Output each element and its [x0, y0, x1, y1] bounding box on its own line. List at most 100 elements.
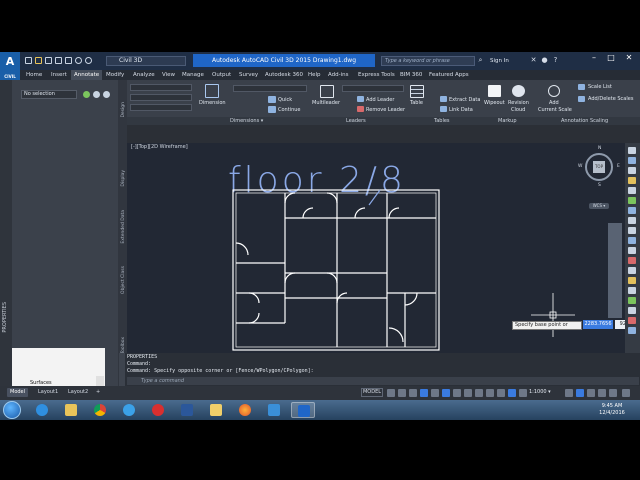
tab-featured-apps[interactable]: Featured Apps	[429, 70, 469, 80]
tab-object-class[interactable]: Object Class	[121, 266, 126, 294]
remove-leader-button[interactable]: Remove Leader	[366, 107, 405, 113]
tab-annotate[interactable]: Annotate	[71, 70, 103, 80]
taskbar-folders[interactable]	[204, 402, 228, 418]
palette-title-strip[interactable]	[0, 80, 12, 402]
add-current-scale-button[interactable]: Add	[549, 100, 559, 106]
new-icon[interactable]	[24, 56, 33, 66]
revision-cloud-icon[interactable]	[512, 85, 525, 97]
wipeout-icon[interactable]	[488, 85, 501, 97]
multileader-button[interactable]: Multileader	[312, 100, 340, 106]
tab-express-tools[interactable]: Express Tools	[358, 70, 395, 80]
tab-insert[interactable]: Insert	[51, 70, 67, 80]
isodraft-icon[interactable]	[431, 389, 439, 397]
save-as-icon[interactable]	[54, 56, 63, 66]
save-icon[interactable]	[44, 56, 53, 66]
annotation-scale-dropdown[interactable]: 1:1000 ▾	[529, 389, 551, 395]
tab-design[interactable]: Design	[121, 102, 126, 118]
tool-icon[interactable]	[628, 177, 636, 184]
taskbar-edge[interactable]	[117, 402, 141, 418]
add-layout-button[interactable]: +	[93, 388, 103, 397]
compass-west[interactable]: W	[578, 164, 582, 169]
text-style-dropdown[interactable]	[130, 84, 192, 91]
tool-icon[interactable]	[628, 297, 636, 304]
ortho-icon[interactable]	[409, 389, 417, 397]
tool-icon[interactable]	[628, 327, 636, 334]
compass-north[interactable]: N	[598, 146, 601, 151]
pickadd-icon[interactable]	[103, 91, 110, 98]
model-space-button[interactable]: MODEL	[361, 388, 383, 397]
tab-survey[interactable]: Survey	[239, 70, 258, 80]
taskbar-internet-explorer[interactable]	[30, 402, 54, 418]
undo-icon[interactable]	[74, 56, 83, 66]
annotation-visibility-icon[interactable]	[508, 389, 516, 397]
plot-icon[interactable]	[64, 56, 73, 66]
quick-button[interactable]: Quick	[278, 97, 292, 103]
layout-tab-model[interactable]: Model	[7, 388, 29, 397]
tool-icon[interactable]	[628, 227, 636, 234]
customization-icon[interactable]	[622, 389, 630, 397]
dynamic-input-x[interactable]: 2283.7656	[583, 320, 613, 329]
panel-title-tables[interactable]: Tables	[434, 117, 450, 125]
lineweight-icon[interactable]	[453, 389, 461, 397]
text-height-dropdown[interactable]	[130, 94, 192, 101]
selection-dropdown[interactable]: No selection	[21, 90, 77, 99]
scale-list-button[interactable]: Scale List	[588, 84, 612, 90]
annotation-monitor-icon[interactable]	[576, 389, 584, 397]
dimension-button[interactable]: Dimension	[199, 100, 226, 106]
maximize-button[interactable]: □	[603, 52, 619, 64]
tab-analyze[interactable]: Analyze	[133, 70, 155, 80]
tab-output[interactable]: Output	[212, 70, 231, 80]
quick-select-icon[interactable]	[83, 91, 90, 98]
start-button[interactable]	[3, 401, 21, 419]
tab-view[interactable]: View	[162, 70, 175, 80]
panel-title-markup[interactable]: Markup	[498, 117, 517, 125]
selection-cycling-icon[interactable]	[475, 389, 483, 397]
tool-icon[interactable]	[628, 217, 636, 224]
auto-scale-icon[interactable]	[519, 389, 527, 397]
tool-icon[interactable]	[628, 247, 636, 254]
table-icon[interactable]	[410, 85, 424, 98]
a360-icon[interactable]: ●	[540, 56, 549, 65]
tool-icon[interactable]	[628, 317, 636, 324]
taskbar-opera[interactable]	[146, 402, 170, 418]
tool-icon[interactable]	[628, 147, 636, 154]
panel-title-leaders[interactable]: Leaders	[346, 117, 366, 125]
hardware-acceleration-icon[interactable]	[609, 389, 617, 397]
viewcube-top-face[interactable]: TOP	[593, 161, 605, 173]
tool-icon[interactable]	[628, 207, 636, 214]
exchange-icon[interactable]: ✕	[529, 56, 538, 65]
polar-icon[interactable]	[420, 389, 428, 397]
system-tray[interactable]	[548, 406, 586, 414]
compass-east[interactable]: E	[617, 164, 620, 169]
add-scale-icon[interactable]	[548, 85, 560, 97]
open-icon[interactable]	[34, 56, 43, 66]
multileader-icon[interactable]	[320, 85, 334, 98]
find-text-input[interactable]	[130, 104, 192, 111]
dynamic-input-y[interactable]: 923.388	[615, 320, 625, 329]
tab-home[interactable]: Home	[26, 70, 42, 80]
help-icon[interactable]: ?	[551, 56, 560, 65]
command-line-grip[interactable]	[119, 353, 125, 386]
table-button[interactable]: Table	[410, 100, 423, 106]
layout-tab-layout2[interactable]: Layout2	[65, 388, 91, 397]
select-objects-icon[interactable]	[93, 91, 100, 98]
tool-icon[interactable]	[628, 307, 636, 314]
taskbar-autocad[interactable]	[291, 402, 315, 418]
dynamic-ucs-icon[interactable]	[497, 389, 505, 397]
transparency-icon[interactable]	[464, 389, 472, 397]
tab-add-ins[interactable]: Add-ins	[328, 70, 349, 80]
tool-icon[interactable]	[628, 287, 636, 294]
application-menu-button[interactable]: A CIVIL	[0, 52, 20, 80]
tab-manage[interactable]: Manage	[182, 70, 204, 80]
units-icon[interactable]	[587, 389, 595, 397]
tab-extended-data[interactable]: Extended Data	[121, 210, 126, 244]
tab-display[interactable]: Display	[121, 170, 126, 187]
workspace-dropdown[interactable]: Civil 3D	[106, 56, 186, 66]
isolate-objects-icon[interactable]	[598, 389, 606, 397]
taskbar-word[interactable]	[175, 402, 199, 418]
tab-modify[interactable]: Modify	[106, 70, 124, 80]
add-leader-button[interactable]: Add Leader	[366, 97, 394, 103]
continue-button[interactable]: Continue	[278, 107, 300, 113]
wcs-menu[interactable]: WCS ▾	[589, 203, 609, 209]
grid-icon[interactable]	[387, 389, 395, 397]
